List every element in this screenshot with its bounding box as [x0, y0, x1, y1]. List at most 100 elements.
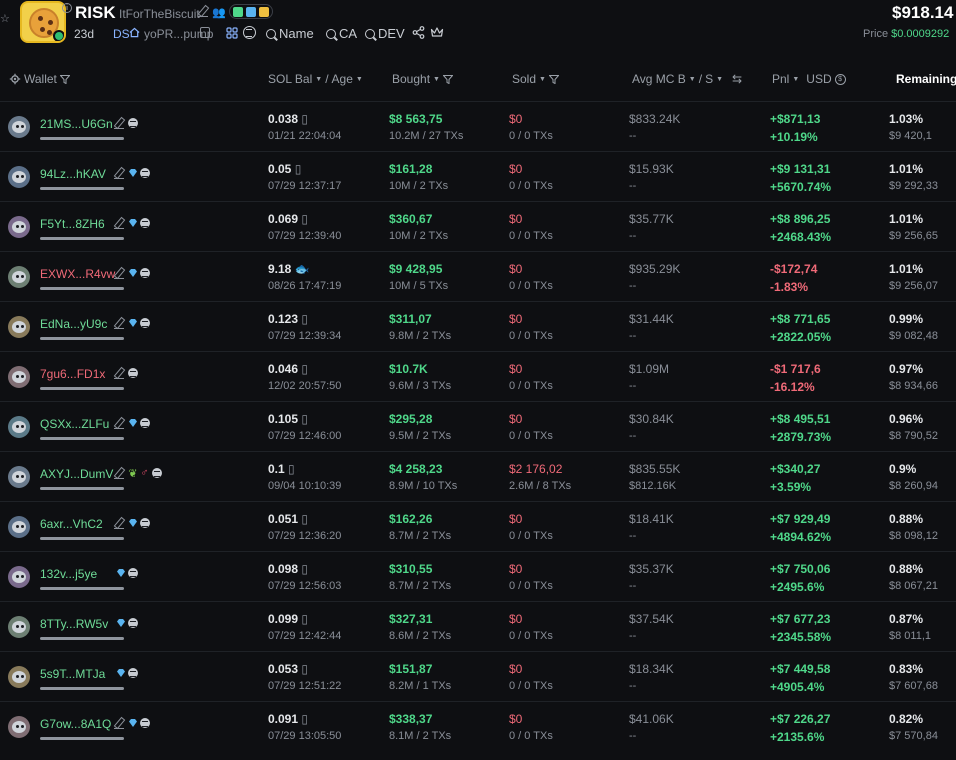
solscan-icon[interactable]: [128, 668, 139, 678]
search-ca-link[interactable]: CA: [326, 26, 357, 41]
wallet-address[interactable]: F5Yt...8ZH6: [40, 217, 105, 231]
token-logo[interactable]: [20, 1, 66, 43]
avatar[interactable]: [8, 166, 30, 188]
table-row[interactable]: AXYJ...DumV ❦ ♂ 0.1 ▯ 09/04 10:10:39 $4 2…: [0, 451, 956, 501]
twitter-icon[interactable]: [246, 6, 256, 17]
table-row[interactable]: 6axr...VhC2 0.051 ▯ 07/29 12:36:20 $162,…: [0, 501, 956, 551]
bought-detail: 10M / 5 TXs: [389, 280, 449, 292]
edit-icon[interactable]: [114, 419, 125, 429]
table-row[interactable]: F5Yt...8ZH6 0.069 ▯ 07/29 12:39:40 $360,…: [0, 201, 956, 251]
solscan-icon[interactable]: [128, 618, 139, 628]
edit-icon[interactable]: [114, 519, 125, 529]
sold-column-header[interactable]: Sold ▼: [512, 72, 559, 86]
wallet-address[interactable]: QSXx...ZLFu: [40, 417, 109, 431]
currency-toggle-icon[interactable]: $: [834, 73, 846, 85]
edit-icon[interactable]: [114, 219, 125, 229]
avatar[interactable]: [8, 616, 30, 638]
edit-icon[interactable]: [114, 269, 125, 279]
avatar[interactable]: [8, 266, 30, 288]
wallet-address[interactable]: EdNa...yU9c: [40, 317, 107, 331]
filter-icon[interactable]: [59, 74, 70, 84]
lightning-icon[interactable]: [259, 6, 269, 17]
solscan-icon[interactable]: [140, 218, 151, 228]
solscan-icon[interactable]: [140, 268, 151, 278]
edit-icon[interactable]: [114, 319, 125, 329]
solscan-icon[interactable]: [128, 568, 139, 578]
holders-icon[interactable]: 👥: [212, 6, 226, 19]
search-name-link[interactable]: Name: [266, 26, 314, 41]
dexscreener-link[interactable]: DS: [113, 27, 130, 41]
info-icon[interactable]: i: [62, 3, 72, 13]
avatar[interactable]: [8, 466, 30, 488]
table-row[interactable]: QSXx...ZLFu 0.105 ▯ 07/29 12:46:00 $295,…: [0, 401, 956, 451]
solscan-icon[interactable]: [128, 368, 139, 378]
avg-mc-column-header[interactable]: Avg MC B ▼ / S ▼ ⇆: [632, 72, 742, 86]
home-icon[interactable]: [129, 27, 140, 38]
avatar[interactable]: [8, 116, 30, 138]
table-row[interactable]: 21MS...U6Gn 0.038 ▯ 01/21 22:04:04 $8 56…: [0, 101, 956, 151]
avatar[interactable]: [8, 566, 30, 588]
sol-balance: 0.053 ▯: [268, 662, 308, 676]
wallet-address[interactable]: 6axr...VhC2: [40, 517, 103, 531]
avatar[interactable]: [8, 666, 30, 688]
avatar[interactable]: [8, 516, 30, 538]
avatar[interactable]: [8, 416, 30, 438]
wallet-address[interactable]: 7gu6...FD1x: [40, 367, 105, 381]
bundle-icon[interactable]: [226, 27, 238, 39]
avg-mc-sell: --: [629, 230, 637, 242]
solscan-icon[interactable]: [243, 26, 256, 39]
avg-mc-buy: $833.24K: [629, 112, 681, 126]
table-row[interactable]: 8TTy...RW5v 0.099 ▯ 07/29 12:42:44 $327,…: [0, 601, 956, 651]
solscan-icon[interactable]: [140, 718, 151, 728]
avatar[interactable]: [8, 316, 30, 338]
swap-icon[interactable]: ⇆: [732, 72, 742, 86]
avatar[interactable]: [8, 216, 30, 238]
edit-icon[interactable]: [114, 169, 125, 179]
price-label: Price: [863, 28, 889, 40]
wallet-address[interactable]: 132v...j5ye: [40, 567, 97, 581]
sol-age-column-header[interactable]: SOL Bal ▼ / Age ▼: [268, 72, 363, 86]
bought-column-header[interactable]: Bought ▼: [392, 72, 453, 86]
edit-icon[interactable]: [114, 719, 125, 729]
solscan-icon[interactable]: [140, 318, 151, 328]
pnl-column-header[interactable]: Pnl ▼ USD $: [772, 72, 846, 86]
solscan-icon[interactable]: [140, 168, 151, 178]
search-dev-link[interactable]: DEV: [365, 26, 405, 41]
copy-icon[interactable]: [200, 27, 210, 38]
star-icon[interactable]: ☆: [0, 12, 10, 26]
solscan-icon[interactable]: [140, 418, 151, 428]
solscan-icon[interactable]: [140, 518, 151, 528]
edit-icon[interactable]: [198, 7, 208, 17]
crown-icon[interactable]: [430, 26, 444, 38]
edit-icon[interactable]: [114, 119, 125, 129]
website-icon[interactable]: [233, 6, 243, 17]
search-icon: [326, 28, 336, 39]
solscan-icon[interactable]: [128, 118, 139, 128]
wallet-address[interactable]: 8TTy...RW5v: [40, 617, 108, 631]
edit-icon[interactable]: [114, 369, 125, 379]
wallet-address[interactable]: EXWX...R4vw: [40, 267, 115, 281]
filter-icon[interactable]: [442, 74, 453, 84]
edit-icon[interactable]: [114, 469, 125, 479]
avatar[interactable]: [8, 716, 30, 738]
avatar[interactable]: [8, 366, 30, 388]
wallet-address[interactable]: 21MS...U6Gn: [40, 117, 113, 131]
table-row[interactable]: 94Lz...hKAV 0.05 ▯ 07/29 12:37:17 $161,2…: [0, 151, 956, 201]
remaining-column-header[interactable]: Remaining: [896, 72, 956, 86]
table-row[interactable]: 132v...j5ye 0.098 ▯ 07/29 12:56:03 $310,…: [0, 551, 956, 601]
table-row[interactable]: EdNa...yU9c 0.123 ▯ 07/29 12:39:34 $311,…: [0, 301, 956, 351]
table-row[interactable]: G7ow...8A1Q 0.091 ▯ 07/29 13:05:50 $338,…: [0, 701, 956, 751]
table-row[interactable]: EXWX...R4vw 9.18 🐟 08/26 17:47:19 $9 428…: [0, 251, 956, 301]
table-row[interactable]: 5s9T...MTJa 0.053 ▯ 07/29 12:51:22 $151,…: [0, 651, 956, 701]
solscan-icon[interactable]: [152, 468, 163, 478]
table-row[interactable]: 7gu6...FD1x 0.046 ▯ 12/02 20:57:50 $10.7…: [0, 351, 956, 401]
wallet-address[interactable]: G7ow...8A1Q: [40, 717, 111, 731]
settings-icon[interactable]: [9, 73, 21, 85]
wallet-column-header[interactable]: Wallet: [9, 72, 70, 86]
wallet-address[interactable]: AXYJ...DumV: [40, 467, 113, 481]
filter-icon[interactable]: [548, 74, 559, 84]
wallet-address[interactable]: 5s9T...MTJa: [40, 667, 105, 681]
share-icon[interactable]: [412, 26, 425, 39]
diamond-hands-icon: [117, 619, 126, 627]
wallet-address[interactable]: 94Lz...hKAV: [40, 167, 106, 181]
